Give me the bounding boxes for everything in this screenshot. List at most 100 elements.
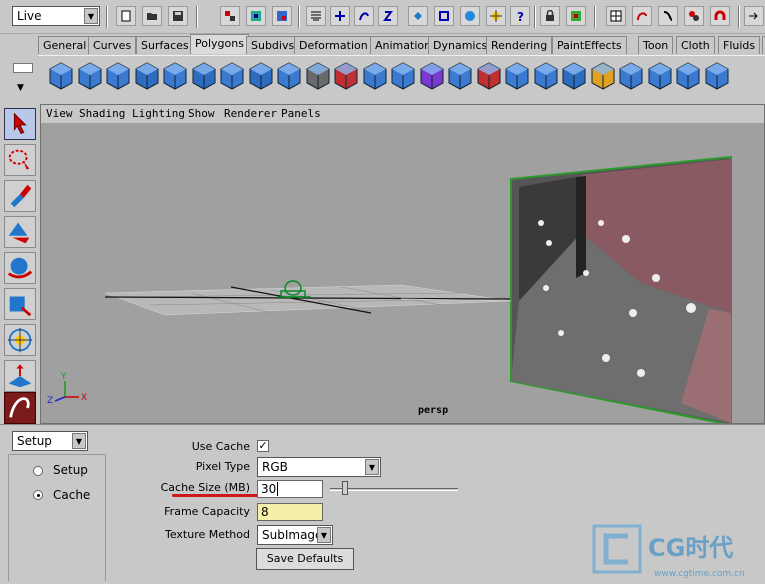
snap-grid-button[interactable]	[306, 6, 326, 26]
hook-icon	[663, 11, 673, 21]
add-button[interactable]	[330, 6, 350, 26]
poly-sphere-icon[interactable]	[46, 59, 76, 91]
history-button[interactable]	[606, 6, 626, 26]
soft-modify-icon	[8, 364, 32, 388]
poly-helix-icon[interactable]	[274, 59, 304, 91]
cache-size-slider-handle[interactable]	[342, 481, 349, 495]
select-object-button[interactable]	[246, 6, 266, 26]
panel-menu-view[interactable]: View	[46, 107, 73, 120]
camera-label: persp	[418, 405, 449, 416]
tab-curves[interactable]: Curves	[88, 36, 137, 54]
new-scene-icon	[121, 10, 131, 22]
open-scene-button[interactable]	[142, 6, 162, 26]
panel-menu-show[interactable]: Show	[188, 107, 215, 120]
snap-point-button[interactable]	[378, 6, 398, 26]
tab-rendering[interactable]: Rendering	[486, 36, 553, 54]
tab-dynamics[interactable]: Dynamics	[428, 36, 493, 54]
select-highlight-button[interactable]	[566, 6, 586, 26]
poly-soccer-icon[interactable]	[303, 59, 333, 91]
extrude-face-icon[interactable]	[502, 59, 532, 91]
status-line: Live ▼ ?	[0, 0, 765, 34]
poly-plane-icon[interactable]	[160, 59, 190, 91]
boolean-icon[interactable]	[445, 59, 475, 91]
mirror-icon[interactable]	[474, 59, 504, 91]
move-tool[interactable]	[4, 216, 36, 248]
paint-select-tool[interactable]	[4, 180, 36, 212]
lasso-tool[interactable]	[4, 144, 36, 176]
tab-cloth[interactable]: Cloth	[676, 36, 715, 54]
split-polygon-icon[interactable]	[588, 59, 618, 91]
new-scene-button[interactable]	[116, 6, 136, 26]
select-component-button[interactable]	[272, 6, 292, 26]
cache-size-field[interactable]: 30	[257, 480, 323, 498]
smooth-icon[interactable]	[417, 59, 447, 91]
cache-radio[interactable]	[33, 490, 43, 500]
panel-menu-renderer[interactable]: Renderer	[224, 107, 277, 120]
help-button[interactable]: ?	[510, 6, 530, 26]
perspective-viewport[interactable]: View Shading Lighting Show Renderer Panels	[40, 104, 765, 424]
cgtime-logo: CG时代 www.cgtime.com.cn	[592, 524, 745, 579]
setup-dropdown[interactable]: Setup ▼	[12, 431, 88, 451]
setup-radio[interactable]	[33, 466, 43, 476]
render-button[interactable]	[486, 6, 506, 26]
snap-curve-button[interactable]	[354, 6, 374, 26]
sphere-button[interactable]	[460, 6, 480, 26]
bevel-icon[interactable]	[645, 59, 675, 91]
mode-select[interactable]: Live ▼	[12, 6, 100, 26]
save-scene-button[interactable]	[168, 6, 188, 26]
separate-icon[interactable]	[360, 59, 390, 91]
save-defaults-button[interactable]: Save Defaults	[256, 548, 354, 570]
pixel-type-dropdown[interactable]: RGB ▼	[257, 457, 381, 477]
poly-prism-icon[interactable]	[217, 59, 247, 91]
use-cache-checkbox[interactable]: ✓	[257, 440, 269, 452]
lock-button[interactable]	[540, 6, 560, 26]
maya-logo	[4, 392, 36, 424]
open-scene-icon	[147, 13, 157, 20]
scene-view[interactable]: Y X Z	[41, 123, 764, 423]
select-component-icon	[277, 11, 287, 21]
tab-toon[interactable]: Toon	[638, 36, 674, 54]
tab-fluids[interactable]: Fluids	[718, 36, 761, 54]
snap-plane-button[interactable]	[408, 6, 428, 26]
panel-menu-shading[interactable]: Shading	[79, 107, 125, 120]
bridge-icon[interactable]	[559, 59, 589, 91]
select-tool[interactable]	[4, 108, 36, 140]
frame-capacity-field[interactable]: 8	[257, 503, 323, 521]
tab-surfaces[interactable]: Surfaces	[136, 36, 194, 54]
merge-icon[interactable]	[673, 59, 703, 91]
manipulator-tool[interactable]	[4, 324, 36, 356]
extrude-edge-icon[interactable]	[531, 59, 561, 91]
export-button[interactable]	[744, 6, 764, 26]
shelf-menu[interactable]: ▼	[8, 56, 36, 96]
scale-tool[interactable]	[4, 288, 36, 320]
inputs-button[interactable]	[658, 6, 678, 26]
poly-torus-icon[interactable]	[189, 59, 219, 91]
soft-modify-tool[interactable]	[4, 360, 36, 392]
tab-polygons[interactable]: Polygons	[190, 34, 249, 54]
poly-cylinder-icon[interactable]	[103, 59, 133, 91]
poly-pipe-icon[interactable]	[246, 59, 276, 91]
poly-cone-icon[interactable]	[132, 59, 162, 91]
tab-deformation[interactable]: Deformation	[294, 36, 373, 54]
tab-general[interactable]: General	[38, 36, 92, 54]
snap-live-button[interactable]	[434, 6, 454, 26]
texture-method-dropdown[interactable]: SubImage ▼	[257, 525, 333, 545]
outputs-button[interactable]	[684, 6, 704, 26]
tab-subdivs[interactable]: Subdivs	[246, 36, 300, 54]
frame-capacity-value: 8	[261, 505, 269, 519]
extract-icon[interactable]	[388, 59, 418, 91]
collapse-icon[interactable]	[702, 59, 732, 91]
tab-animation[interactable]: Animation	[370, 36, 437, 54]
select-hierarchy-button[interactable]	[220, 6, 240, 26]
maya-logo-icon	[9, 397, 30, 418]
tab-painteffects[interactable]: PaintEffects	[552, 36, 627, 54]
cache-size-slider-track[interactable]	[330, 488, 458, 491]
poly-cube-icon[interactable]	[75, 59, 105, 91]
magnet-button[interactable]	[710, 6, 730, 26]
panel-menu-lighting[interactable]: Lighting	[132, 107, 185, 120]
wedge-icon[interactable]	[616, 59, 646, 91]
combine-icon[interactable]	[331, 59, 361, 91]
rotate-tool[interactable]	[4, 252, 36, 284]
construction-button[interactable]	[632, 6, 652, 26]
panel-menu-panels[interactable]: Panels	[281, 107, 321, 120]
